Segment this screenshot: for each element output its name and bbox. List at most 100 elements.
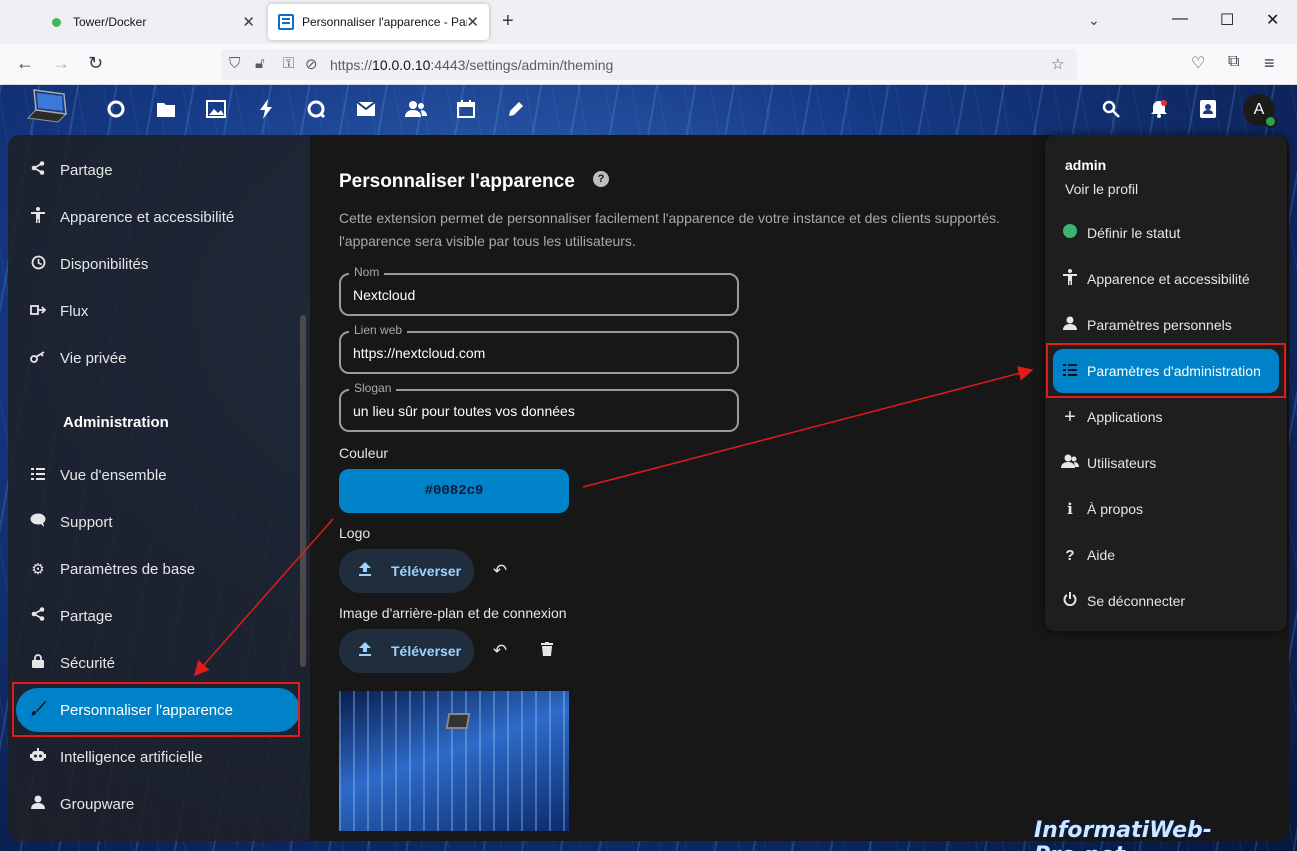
background-upload-button[interactable]: Téléverser — [339, 629, 474, 673]
sidebar-item-label: Paramètres de base — [60, 560, 196, 578]
sidebar-item-partage-personal[interactable]: Partage — [16, 148, 300, 192]
new-tab-icon[interactable]: + — [502, 10, 514, 33]
sidebar-item-privacy[interactable]: Vie privée — [16, 336, 300, 380]
sidebar-item-label: Vue d'ensemble — [60, 466, 167, 484]
users-icon — [1053, 454, 1087, 472]
window-close-icon[interactable]: ✕ — [1266, 10, 1279, 30]
tab-personnaliser[interactable]: Personnaliser l'apparence - Paramètres ✕ — [268, 4, 489, 40]
tab-close-icon[interactable]: ✕ — [466, 13, 479, 31]
sidebar-item-ai[interactable]: Intelligence artificielle — [16, 735, 300, 779]
minimize-icon[interactable]: — — [1172, 10, 1188, 28]
sidebar-item-support[interactable]: Support — [16, 500, 300, 544]
sidebar-item-label: Vie privée — [60, 349, 127, 367]
slogan-field[interactable]: Slogan — [339, 381, 739, 432]
sidebar-item-label: Partage — [60, 161, 113, 179]
delete-trash-icon[interactable] — [535, 639, 559, 663]
weblink-field[interactable]: Lien web — [339, 323, 739, 374]
sidebar-heading-administration: Administration — [63, 414, 169, 431]
nextcloud-header: A — [0, 85, 1297, 135]
activity-icon[interactable] — [254, 97, 278, 121]
avatar[interactable]: A — [1243, 94, 1277, 128]
menu-item-set-status[interactable]: Définir le statut — [1053, 211, 1279, 255]
notes-pencil-icon[interactable] — [504, 97, 528, 121]
lock-icon — [16, 654, 60, 672]
status-dot-icon — [1053, 224, 1087, 242]
sidebar-item-partage-admin[interactable]: Partage — [16, 594, 300, 638]
menu-item-accessibility[interactable]: Apparence et accessibilité — [1053, 257, 1279, 301]
sidebar-item-accessibility[interactable]: Apparence et accessibilité — [16, 195, 300, 239]
lock-warning-icon[interactable]: 🔓︎ — [255, 55, 265, 72]
slogan-input[interactable] — [353, 403, 723, 419]
help-question-icon[interactable]: ? — [593, 171, 609, 187]
pocket-icon[interactable]: ♡ — [1191, 53, 1205, 73]
contacts-menu-icon[interactable] — [1196, 97, 1220, 121]
photos-icon[interactable] — [204, 97, 228, 121]
menu-item-label: Aide — [1087, 547, 1116, 563]
forward-icon[interactable]: → — [52, 53, 70, 74]
tab-tower-docker[interactable]: Tower/Docker ✕ — [40, 4, 265, 40]
mail-icon[interactable] — [354, 97, 378, 121]
no-camera-icon[interactable]: ⊘ — [305, 55, 318, 73]
menu-item-about[interactable]: i À propos — [1053, 487, 1279, 531]
sidebar-item-label: Disponibilités — [60, 255, 149, 273]
undo-icon[interactable]: ↶ — [488, 639, 512, 663]
sidebar-item-basic-settings[interactable]: ⚙ Paramètres de base — [16, 547, 300, 591]
menu-icon[interactable]: ≡ — [1264, 53, 1275, 74]
sidebar-item-security[interactable]: Sécurité — [16, 641, 300, 685]
bookmark-star-icon[interactable]: ☆ — [1051, 55, 1064, 73]
menu-item-help[interactable]: ? Aide — [1053, 533, 1279, 577]
name-field[interactable]: Nom — [339, 265, 739, 316]
view-profile-link[interactable]: Voir le profil — [1065, 181, 1138, 197]
weblink-field-label: Lien web — [349, 323, 408, 337]
name-input[interactable] — [353, 287, 723, 303]
shield-icon[interactable]: ⛉ — [229, 55, 240, 72]
menu-item-users[interactable]: Utilisateurs — [1053, 441, 1279, 485]
dashboard-icon[interactable] — [104, 97, 128, 121]
avatar-letter: A — [1253, 101, 1265, 118]
logo-laptop-icon[interactable] — [22, 88, 68, 130]
menu-item-label: Applications — [1087, 409, 1163, 425]
url-bar[interactable]: ⛉ 🔓︎ ⚿ ⊘ https://10.0.0.10:4443/settings… — [221, 49, 1077, 80]
description-line: l'apparence sera visible par tous les ut… — [339, 233, 636, 249]
chat-icon — [16, 513, 60, 531]
weblink-input[interactable] — [353, 345, 723, 361]
sidebar-item-availability[interactable]: Disponibilités — [16, 242, 300, 286]
slogan-field-label: Slogan — [349, 381, 397, 395]
menu-item-label: Utilisateurs — [1087, 455, 1157, 471]
logo-upload-button[interactable]: Téléverser — [339, 549, 474, 593]
search-icon[interactable] — [1099, 97, 1123, 121]
menu-item-applications[interactable]: + Applications — [1053, 395, 1279, 439]
undo-icon[interactable]: ↶ — [488, 559, 512, 583]
files-icon[interactable] — [154, 97, 178, 121]
notifications-bell-icon[interactable] — [1147, 97, 1171, 121]
menu-item-logout[interactable]: Se déconnecter — [1053, 579, 1279, 623]
sidebar-item-label: Apparence et accessibilité — [60, 208, 235, 226]
sidebar-item-label: Support — [60, 513, 113, 531]
sidebar-item-label: Groupware — [60, 795, 135, 813]
calendar-icon[interactable] — [454, 97, 478, 121]
contacts-icon[interactable] — [404, 97, 428, 121]
menu-item-label: Apparence et accessibilité — [1087, 271, 1250, 287]
user-menu-username: admin — [1065, 157, 1107, 173]
talk-icon[interactable] — [304, 97, 328, 121]
color-picker-button[interactable]: #0082c9 — [339, 469, 569, 513]
extensions-icon[interactable]: ⧉ — [1228, 53, 1239, 71]
menu-item-label: À propos — [1087, 501, 1144, 517]
sidebar-scrollbar[interactable] — [300, 315, 306, 667]
chevron-down-icon[interactable]: ⌄ — [1088, 12, 1100, 29]
back-icon[interactable]: ← — [16, 53, 34, 74]
sidebar-item-overview[interactable]: Vue d'ensemble — [16, 453, 300, 497]
url-text[interactable]: https://10.0.0.10:4443/settings/admin/th… — [330, 57, 613, 73]
sidebar-item-groupware[interactable]: Groupware — [16, 782, 300, 826]
upload-icon — [339, 641, 391, 661]
sidebar-item-flux[interactable]: Flux — [16, 289, 300, 333]
person-icon — [1053, 316, 1087, 334]
menu-item-personal-settings[interactable]: Paramètres personnels — [1053, 303, 1279, 347]
sidebar-item-label: Flux — [60, 302, 89, 320]
permissions-icon[interactable]: ⚿ — [283, 55, 294, 72]
reload-icon[interactable]: ↻ — [88, 53, 103, 74]
tab-close-icon[interactable]: ✕ — [242, 13, 255, 31]
section-description: Cette extension permet de personnaliser … — [339, 207, 1059, 253]
maximize-icon[interactable]: ☐ — [1220, 10, 1234, 30]
annotation-box-admin-settings — [1046, 343, 1286, 398]
